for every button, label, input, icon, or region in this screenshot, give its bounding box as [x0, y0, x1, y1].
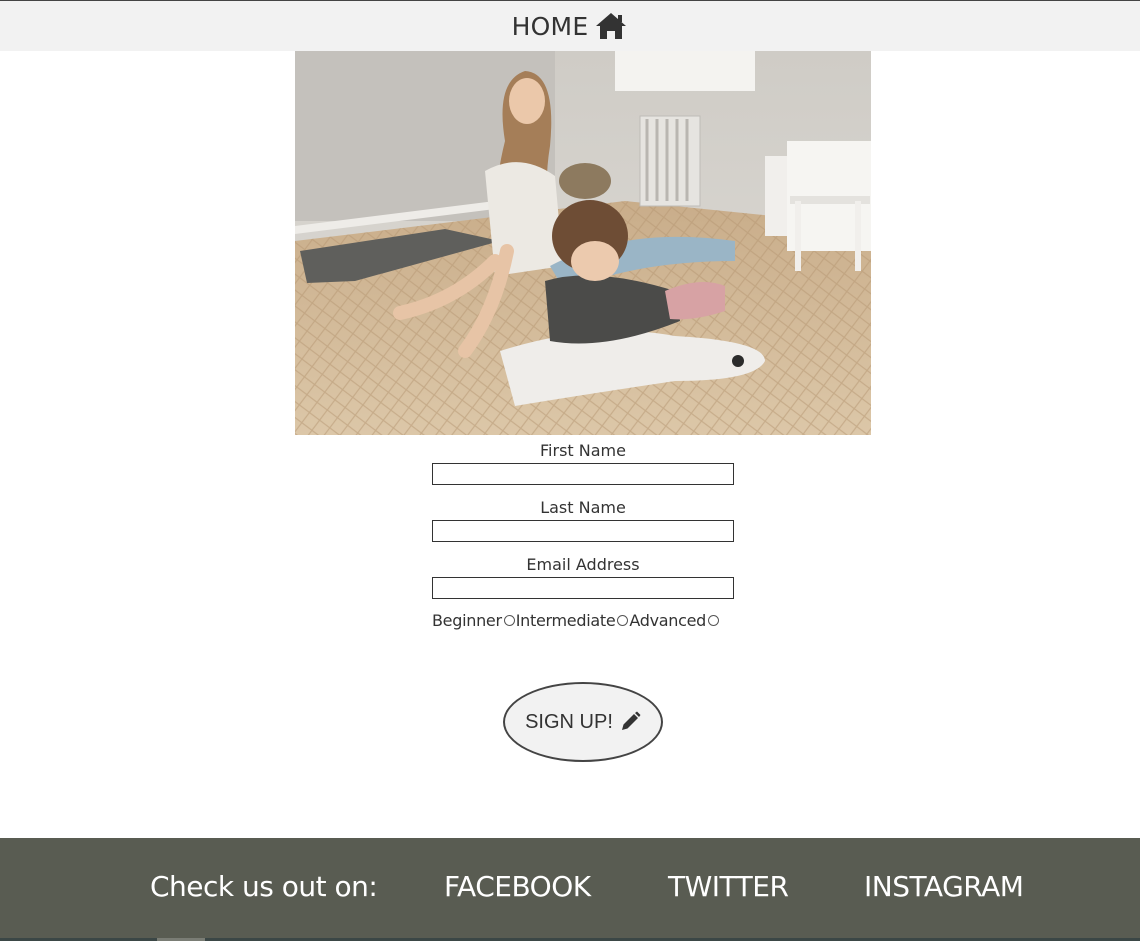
- email-input[interactable]: [432, 577, 734, 599]
- radio-intermediate[interactable]: [617, 615, 629, 626]
- sign-up-label: SIGN UP!: [525, 710, 613, 733]
- email-label: Email Address: [526, 555, 640, 574]
- home-link[interactable]: HOME: [512, 11, 629, 41]
- footer: Check us out on: FACEBOOK TWITTER INSTAG…: [0, 838, 1140, 938]
- pencil-icon: [621, 711, 641, 730]
- level-option-beginner[interactable]: Beginner: [432, 611, 516, 630]
- last-name-input[interactable]: [432, 520, 734, 542]
- level-label-beginner: Beginner: [432, 611, 502, 630]
- hero-image: [295, 51, 871, 435]
- home-icon: [596, 13, 627, 39]
- first-name-input[interactable]: [432, 463, 734, 485]
- footer-tagline: Check us out on:: [150, 870, 378, 903]
- radio-beginner[interactable]: [503, 615, 515, 626]
- level-option-advanced[interactable]: Advanced: [629, 611, 720, 630]
- sign-up-button[interactable]: SIGN UP!: [503, 682, 663, 762]
- level-option-intermediate[interactable]: Intermediate: [516, 611, 630, 630]
- level-label-intermediate: Intermediate: [515, 611, 616, 630]
- hero-photo: [295, 51, 871, 435]
- signup-form: First Name Last Name Email Address Begin…: [432, 440, 734, 630]
- instagram-link[interactable]: INSTAGRAM: [864, 870, 1024, 903]
- level-label-advanced: Advanced: [629, 611, 707, 630]
- facebook-link[interactable]: FACEBOOK: [444, 870, 591, 903]
- last-name-label: Last Name: [540, 498, 626, 517]
- first-name-label: First Name: [540, 441, 626, 460]
- level-radio-group: Beginner Intermediate Advanced: [432, 611, 734, 630]
- twitter-link[interactable]: TWITTER: [668, 870, 789, 903]
- top-nav: HOME: [0, 1, 1140, 51]
- radio-advanced[interactable]: [708, 615, 720, 626]
- home-link-label: HOME: [511, 11, 589, 41]
